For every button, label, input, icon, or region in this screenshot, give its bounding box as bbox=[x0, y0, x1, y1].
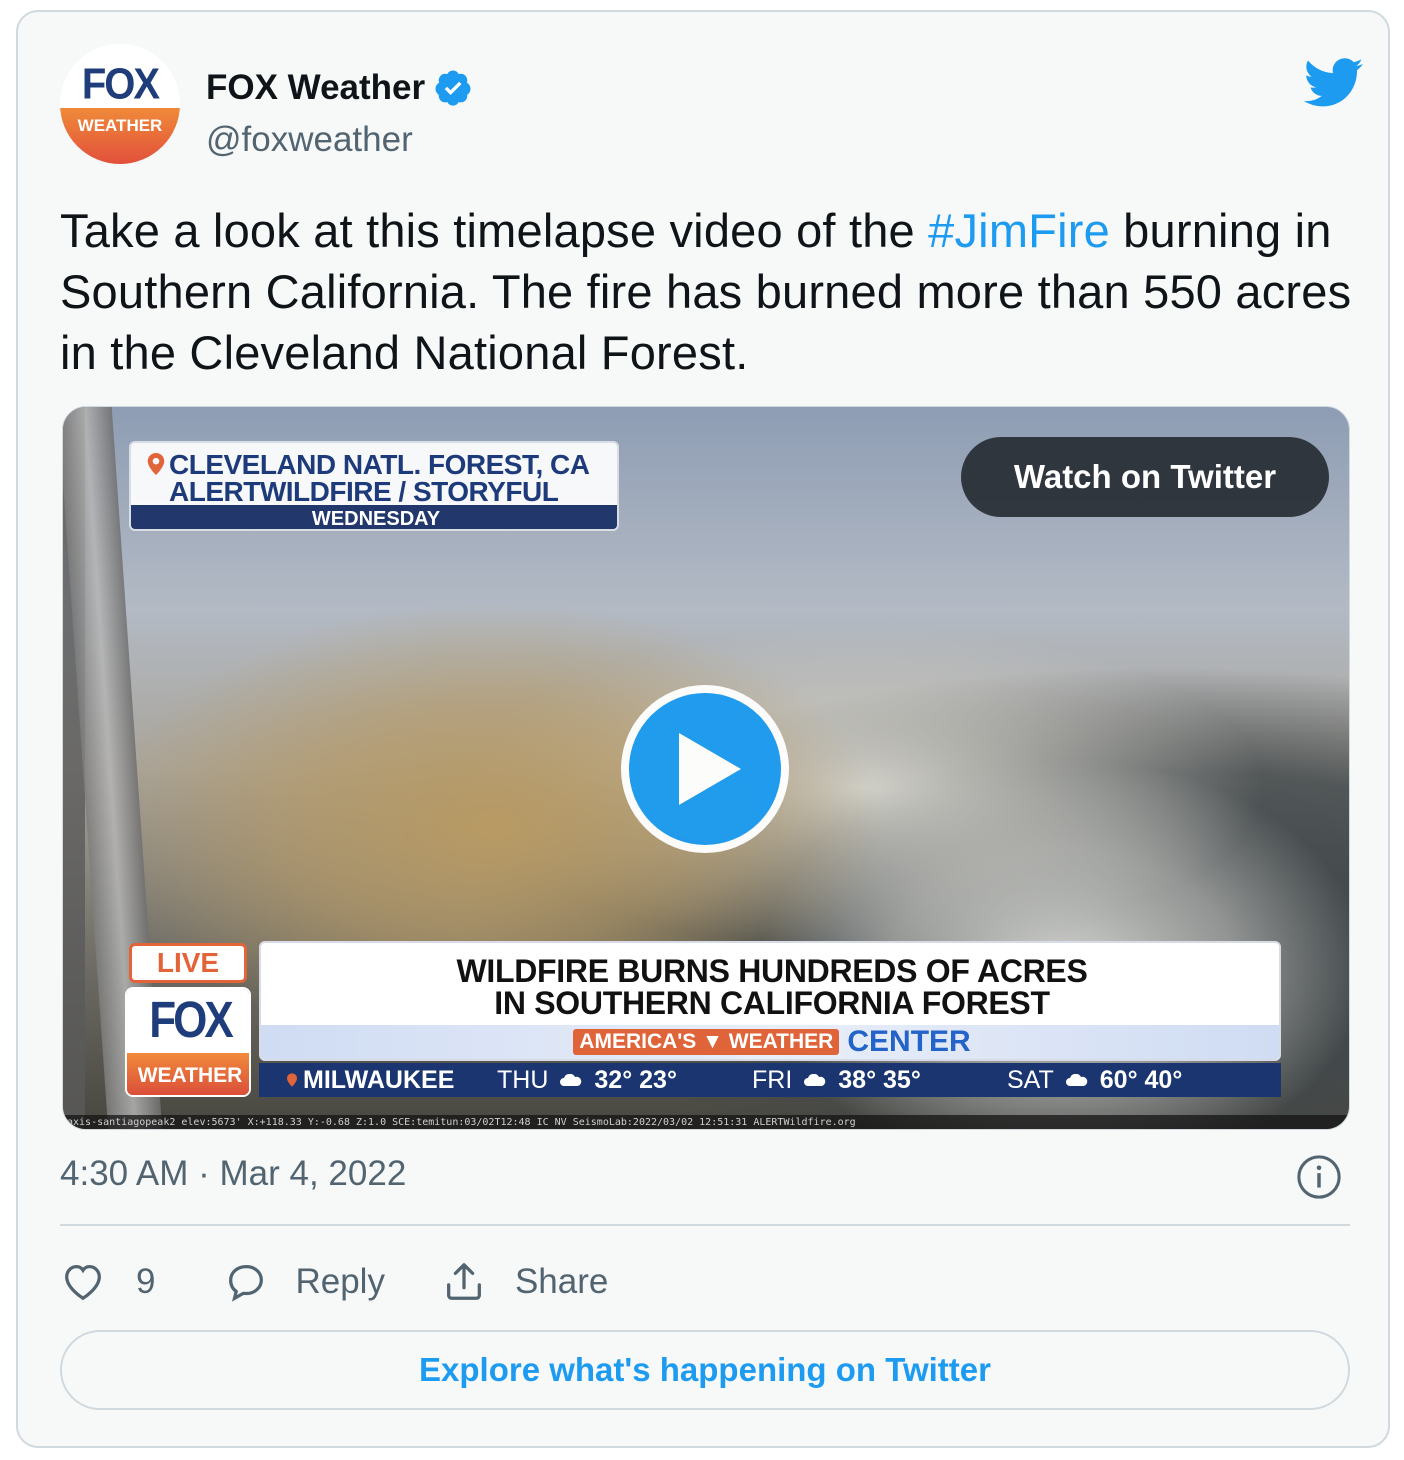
tweet-text: Take a look at this timelapse video of t… bbox=[60, 200, 1360, 383]
cloud-icon bbox=[560, 1074, 582, 1086]
cloud-icon bbox=[1065, 1074, 1087, 1086]
ticker-city-name: MILWAUKEE bbox=[303, 1065, 455, 1094]
ticker-city: MILWAUKEE bbox=[287, 1066, 497, 1095]
author-name[interactable]: FOX Weather bbox=[206, 68, 473, 108]
avatar-logo-text: FOX bbox=[81, 59, 160, 109]
explore-twitter-button[interactable]: Explore what's happening on Twitter bbox=[60, 1330, 1350, 1410]
ticker-day-name: THU bbox=[497, 1065, 549, 1094]
video-thumbnail[interactable]: CLEVELAND NATL. FOREST, CA ALERTWILDFIRE… bbox=[62, 406, 1350, 1130]
author-handle[interactable]: @foxweather bbox=[206, 120, 413, 160]
live-badge: LIVE bbox=[129, 943, 247, 983]
like-button[interactable]: 9 bbox=[60, 1259, 155, 1305]
weather-ticker: MILWAUKEE THU 32° 23° FRI 38° 35° SAT 60… bbox=[259, 1063, 1281, 1097]
headline-line: IN SOUTHERN CALIFORNIA FOREST bbox=[494, 985, 1050, 1021]
ticker-temps: 32° 23° bbox=[594, 1065, 677, 1094]
author-name-text: FOX Weather bbox=[206, 68, 426, 107]
like-count: 9 bbox=[136, 1262, 156, 1301]
watch-on-twitter-button[interactable]: Watch on Twitter bbox=[961, 437, 1329, 517]
tweet-actions: 9 Reply Share bbox=[60, 1252, 608, 1312]
logo-text: FOX bbox=[149, 992, 233, 1049]
location-day: WEDNESDAY bbox=[131, 505, 617, 529]
share-button[interactable]: Share bbox=[441, 1259, 608, 1305]
avatar[interactable]: FOX WEATHER bbox=[60, 44, 180, 164]
location-credit: ALERTWILDFIRE / STORYFUL bbox=[169, 476, 559, 507]
ticker-day-name: SAT bbox=[1007, 1065, 1054, 1094]
tweet-card: FOX WEATHER FOX Weather @foxweather Take… bbox=[16, 10, 1390, 1448]
play-icon bbox=[679, 733, 741, 805]
ticker-day-name: FRI bbox=[752, 1065, 793, 1094]
reply-label: Reply bbox=[295, 1262, 385, 1301]
brand-center: CENTER bbox=[847, 1025, 971, 1058]
hashtag-link[interactable]: #JimFire bbox=[928, 204, 1110, 257]
camera-info-strip: axis-santiagopeak2 elev:5673' X:+118.33 … bbox=[63, 1115, 1349, 1129]
share-label: Share bbox=[514, 1262, 609, 1301]
location-pin-icon bbox=[147, 453, 165, 475]
ticker-temps: 60° 40° bbox=[1099, 1065, 1183, 1094]
ticker-day: SAT 60° 40° bbox=[1007, 1066, 1262, 1095]
avatar-logo-subtext: WEATHER bbox=[77, 116, 163, 135]
divider bbox=[60, 1224, 1350, 1226]
share-icon bbox=[446, 1263, 481, 1300]
brand-tag: AMERICA'S ▼ WEATHER bbox=[573, 1029, 840, 1055]
fox-weather-logo: FOX WEATHER bbox=[125, 987, 251, 1097]
location-pin-icon bbox=[287, 1073, 297, 1087]
info-icon[interactable] bbox=[1296, 1154, 1342, 1200]
ticker-day: THU 32° 23° bbox=[497, 1066, 752, 1095]
brand-bar: AMERICA'S ▼ WEATHER CENTER bbox=[261, 1025, 1279, 1059]
ticker-temps: 38° 35° bbox=[838, 1065, 921, 1094]
cloud-icon bbox=[804, 1074, 826, 1086]
play-button[interactable] bbox=[621, 685, 789, 853]
location-lower-third: CLEVELAND NATL. FOREST, CA ALERTWILDFIRE… bbox=[129, 441, 619, 531]
tweet-text-part: Take a look at this timelapse video of t… bbox=[60, 204, 929, 257]
heart-icon bbox=[65, 1265, 101, 1301]
reply-bubble-icon bbox=[229, 1265, 264, 1302]
verified-badge-icon bbox=[435, 70, 471, 106]
reply-button[interactable]: Reply bbox=[223, 1259, 385, 1305]
tweet-timestamp[interactable]: 4:30 AM · Mar 4, 2022 bbox=[60, 1154, 406, 1194]
logo-subtext: WEATHER bbox=[127, 1053, 249, 1095]
headline-lower-third: WILDFIRE BURNS HUNDREDS OF ACRES IN SOUT… bbox=[259, 941, 1281, 1061]
ticker-day: FRI 38° 35° bbox=[752, 1066, 1007, 1095]
twitter-logo-icon[interactable] bbox=[1304, 58, 1364, 108]
